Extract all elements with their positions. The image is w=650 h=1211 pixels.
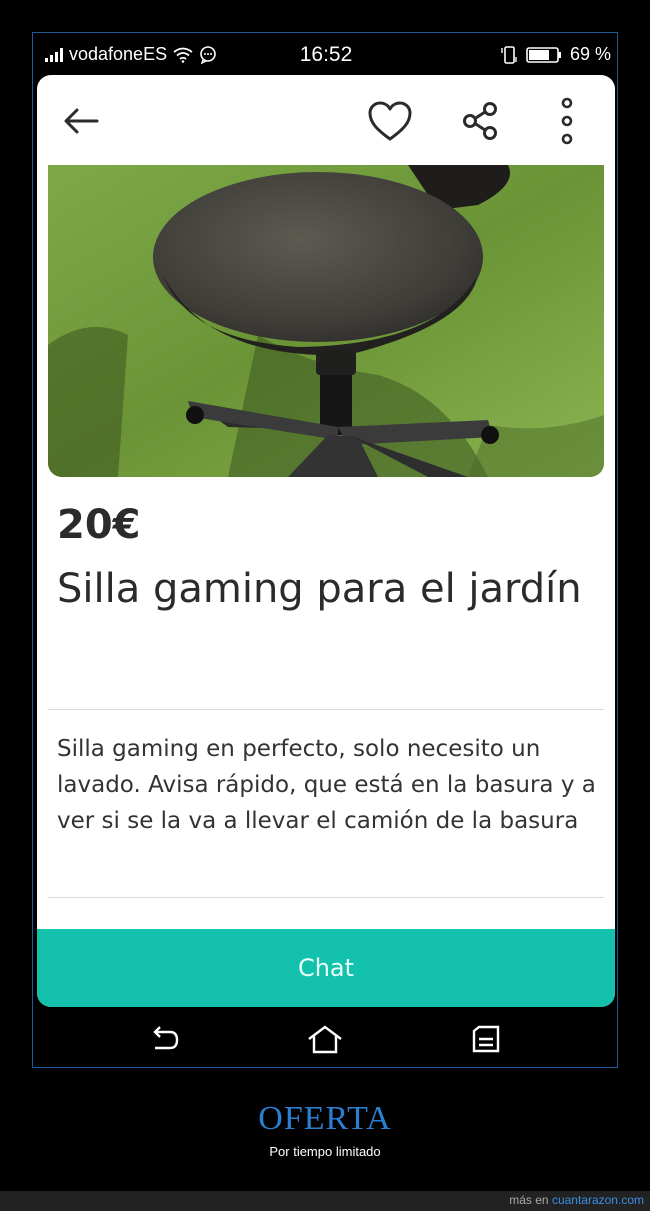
android-nav-bar: [33, 1009, 619, 1069]
divider: [48, 897, 604, 898]
toolbar: [37, 75, 615, 165]
chair-photo: [48, 165, 604, 477]
share-button[interactable]: [457, 97, 505, 145]
phone-screenshot: vodafoneES 16:52 69 % 20€ Silla gaming p…: [32, 32, 618, 1068]
listing-card: 20€ Silla gaming para el jardín Silla ga…: [37, 75, 615, 1007]
site-footer: más en cuantarazon.com: [0, 1191, 650, 1211]
status-bar: vodafoneES 16:52 69 %: [33, 33, 619, 75]
nav-recents-icon: [472, 1025, 500, 1053]
more-vertical-icon: [561, 97, 573, 145]
share-icon: [463, 102, 497, 140]
chat-button[interactable]: Chat: [37, 929, 615, 1007]
vibrate-icon: [501, 45, 517, 64]
footer-prefix: más en: [509, 1193, 552, 1207]
nav-back-icon: [153, 1026, 179, 1050]
site-link[interactable]: cuantarazon.com: [552, 1193, 644, 1207]
battery-percent: 69 %: [569, 44, 611, 64]
nav-recents-button[interactable]: [469, 1023, 503, 1057]
back-button[interactable]: [57, 97, 105, 145]
favorite-button[interactable]: [366, 97, 414, 145]
listing-description: Silla gaming en perfecto, solo necesito …: [57, 736, 596, 834]
battery-icon: [526, 46, 561, 63]
listing-price: 20€: [57, 502, 141, 548]
nav-back-button[interactable]: [147, 1023, 181, 1057]
caption-subtitle: Por tiempo limitado: [269, 1144, 381, 1159]
nav-home-button[interactable]: [307, 1023, 342, 1057]
divider: [48, 709, 604, 710]
arrow-left-icon: [64, 108, 99, 134]
more-options-button[interactable]: [543, 97, 591, 145]
caption-title: OFERTA: [258, 1100, 392, 1137]
heart-icon: [368, 101, 412, 141]
listing-photo[interactable]: [48, 165, 604, 477]
listing-title: Silla gaming para el jardín: [57, 566, 582, 612]
nav-home-icon: [308, 1025, 342, 1054]
